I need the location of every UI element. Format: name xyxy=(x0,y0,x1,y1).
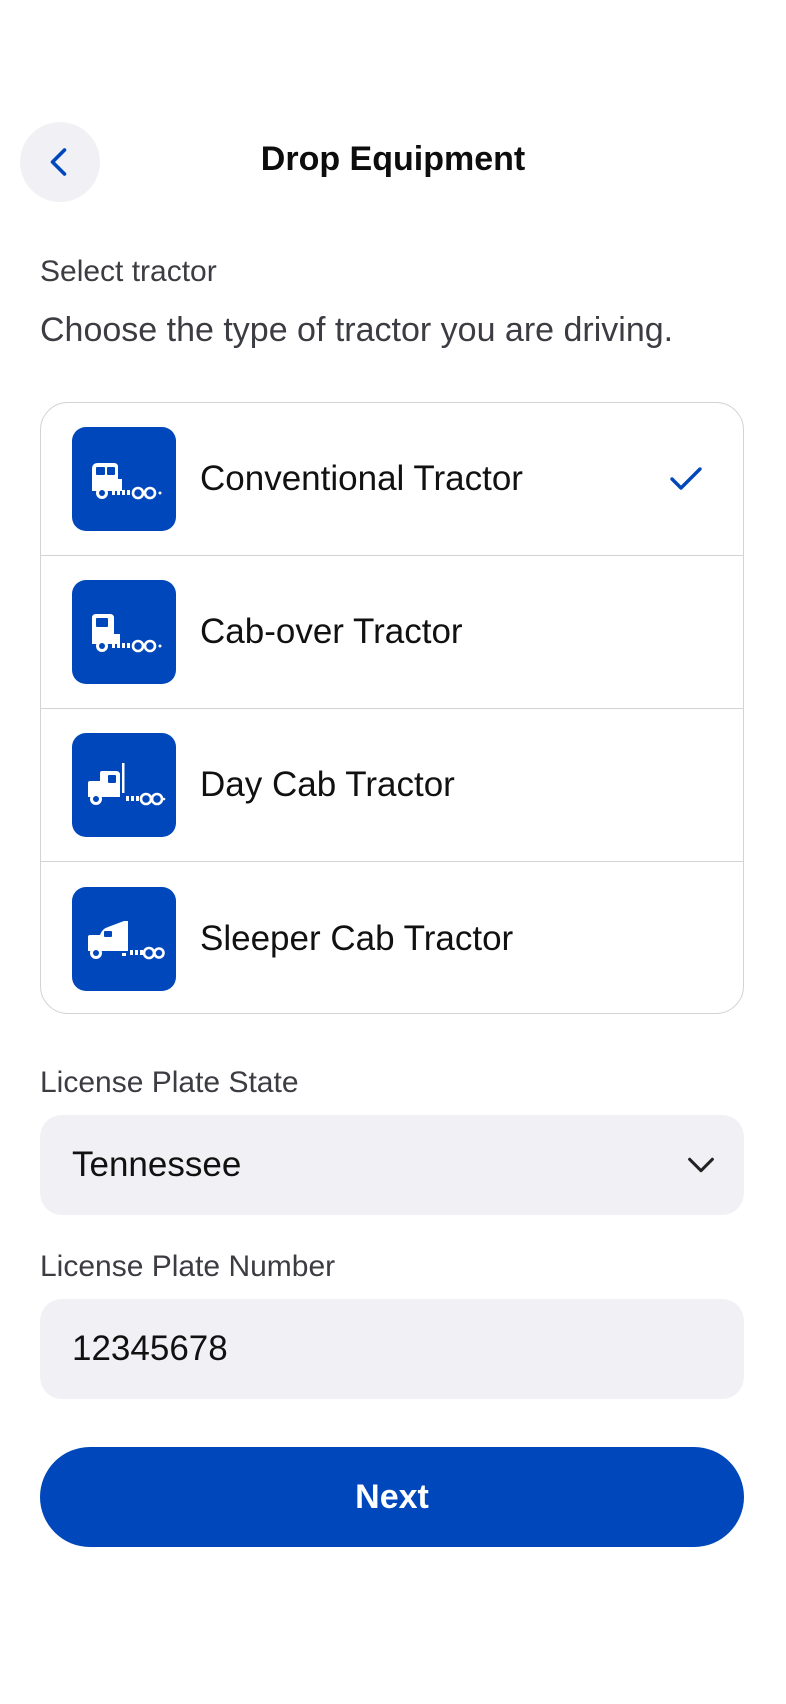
day-cab-tractor-icon xyxy=(72,733,176,837)
tractor-option-label: Conventional Tractor xyxy=(200,459,523,498)
page-title: Drop Equipment xyxy=(260,140,526,178)
back-button[interactable] xyxy=(20,122,100,202)
select-tractor-label: Select tractor xyxy=(40,255,217,288)
tractor-option-label: Cab-over Tractor xyxy=(200,612,463,651)
license-plate-number-value: 12345678 xyxy=(72,1329,228,1368)
next-button[interactable]: Next xyxy=(40,1447,744,1547)
checkmark-icon xyxy=(670,467,702,490)
chevron-down-icon xyxy=(688,1157,714,1173)
tractor-option-sleeper-cab[interactable]: Sleeper Cab Tractor xyxy=(41,862,743,1013)
cab-over-tractor-icon xyxy=(72,580,176,684)
tractor-options-list: Conventional Tractor Cab-over Tractor Da… xyxy=(40,402,744,1014)
sleeper-cab-tractor-icon xyxy=(72,886,176,991)
license-plate-number-label: License Plate Number xyxy=(40,1250,336,1283)
license-plate-state-label: License Plate State xyxy=(40,1066,299,1099)
chevron-left-icon xyxy=(50,148,67,176)
tractor-option-cab-over[interactable]: Cab-over Tractor xyxy=(41,556,743,709)
tractor-option-label: Day Cab Tractor xyxy=(200,765,455,804)
header: Drop Equipment xyxy=(20,122,766,202)
license-plate-number-input[interactable]: 12345678 xyxy=(40,1299,744,1399)
tractor-option-day-cab[interactable]: Day Cab Tractor xyxy=(41,709,743,862)
tractor-option-label: Sleeper Cab Tractor xyxy=(200,918,514,958)
license-plate-state-value: Tennessee xyxy=(72,1145,242,1184)
select-tractor-description: Choose the type of tractor you are drivi… xyxy=(40,311,674,349)
license-plate-state-select[interactable]: Tennessee xyxy=(40,1115,744,1215)
conventional-tractor-icon xyxy=(72,427,176,531)
tractor-option-conventional[interactable]: Conventional Tractor xyxy=(41,403,743,556)
